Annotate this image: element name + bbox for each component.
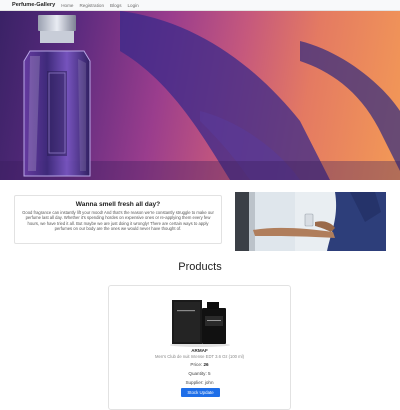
price-label: Price:	[190, 362, 203, 367]
product-price: Price: 26	[109, 362, 290, 367]
stock-update-button[interactable]: Stock Update	[181, 388, 220, 397]
hero-banner	[0, 11, 400, 180]
nav-link-blogs[interactable]: Blogs	[110, 3, 122, 8]
nav-link-registration[interactable]: Registration	[79, 3, 104, 8]
nav-link-login[interactable]: Login	[128, 3, 139, 8]
brand-logo[interactable]: Perfume-Gallery	[12, 2, 55, 8]
intro-text: Good fragrance can instantly lift your m…	[22, 210, 214, 232]
nav-link-home[interactable]: Home	[61, 3, 73, 8]
perfume-spray-photo	[235, 192, 386, 251]
hero-perfume-image	[0, 11, 400, 180]
supplier-value: john	[204, 380, 214, 385]
navbar: Perfume-Gallery Home Registration Blogs …	[0, 0, 400, 11]
product-quantity: Quantity: 5	[109, 371, 290, 376]
product-image	[164, 292, 236, 348]
nav-links: Home Registration Blogs Login	[61, 3, 139, 8]
product-name: Men's Club de nuit Intense EDT 3.6 Oz (1…	[155, 354, 244, 359]
quantity-label: Quantity:	[188, 371, 207, 376]
products-title: Products	[178, 261, 222, 273]
quantity-value: 5	[208, 371, 211, 376]
product-brand: ARMAF	[191, 348, 208, 353]
product-card: ARMAF Men's Club de nuit Intense EDT 3.6…	[108, 285, 291, 410]
intro-card: Wanna smell fresh all day? Good fragranc…	[14, 195, 222, 244]
supplier-label: Supplier:	[185, 380, 204, 385]
price-value: 26	[203, 362, 209, 367]
intro-title: Wanna smell fresh all day?	[75, 201, 161, 208]
product-supplier: Supplier: john	[109, 380, 290, 385]
